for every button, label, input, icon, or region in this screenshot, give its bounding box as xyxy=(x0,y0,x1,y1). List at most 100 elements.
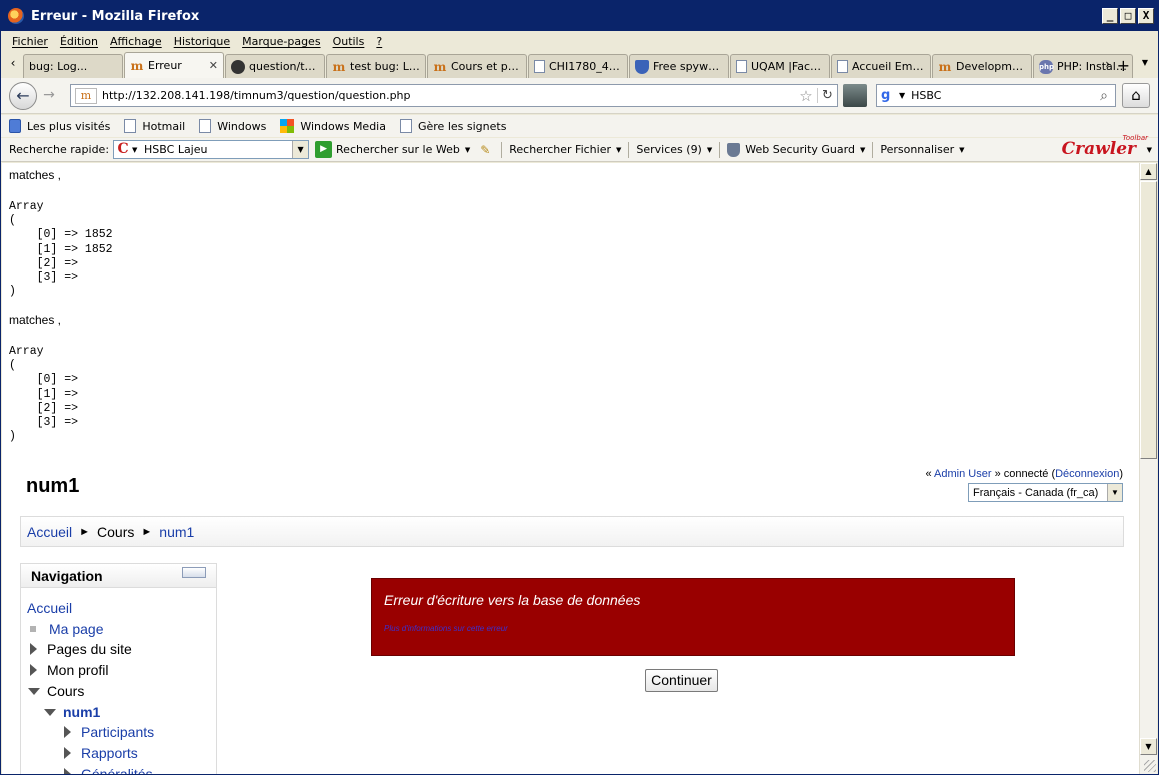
scroll-thumb[interactable] xyxy=(1140,181,1157,459)
new-tab-icon[interactable]: + xyxy=(1117,56,1130,75)
url-text[interactable]: http://132.208.141.198/timnum3/question/… xyxy=(102,89,795,102)
expand-arrow-icon[interactable] xyxy=(64,768,71,774)
maximize-button[interactable]: □ xyxy=(1120,8,1136,24)
tab-accueil-emploi[interactable]: Accueil Emplo... xyxy=(831,54,931,78)
chevron-down-icon[interactable]: ▼ xyxy=(465,146,470,154)
chevron-right-icon[interactable]: › xyxy=(1105,57,1110,71)
chevron-down-icon[interactable]: ▼ xyxy=(1107,484,1122,501)
bookmark-windows-media[interactable]: Windows Media xyxy=(280,119,386,133)
nav-item-pages-du-site[interactable]: Pages du site xyxy=(30,641,132,657)
menu-fichier[interactable]: Fichier xyxy=(12,35,48,48)
tab-development[interactable]: m Development... xyxy=(932,54,1032,78)
nav-item-participants[interactable]: Participants xyxy=(64,724,154,740)
expand-arrow-icon[interactable] xyxy=(30,664,37,676)
bookmark-hotmail[interactable]: Hotmail xyxy=(124,119,185,133)
search-icon[interactable]: ⌕ xyxy=(1093,88,1115,104)
highlighter-icon[interactable]: ✎ xyxy=(480,143,494,157)
vertical-scrollbar[interactable]: ▲ ▼ xyxy=(1139,163,1157,774)
forward-arrow-icon[interactable]: → xyxy=(39,87,59,105)
collapse-arrow-icon[interactable] xyxy=(28,687,40,695)
tab-label: CHI1780_40:... xyxy=(549,60,622,73)
tab-question-typ[interactable]: question/typ... xyxy=(225,54,325,78)
google-icon[interactable]: g xyxy=(881,88,897,104)
breadcrumb: Accueil ► Cours ► num1 xyxy=(20,516,1124,547)
quick-search-input[interactable]: HSBC Lajeu xyxy=(140,143,292,156)
nav-item-num1[interactable]: num1 xyxy=(44,704,100,720)
nav-item-generalites[interactable]: Généralités xyxy=(64,766,153,774)
nav-item-accueil[interactable]: Accueil xyxy=(27,600,72,616)
nav-item-mon-profil[interactable]: Mon profil xyxy=(30,662,108,678)
scroll-up-icon[interactable]: ▲ xyxy=(1140,163,1157,180)
block-controls-icon[interactable] xyxy=(182,567,206,578)
tab-free-spyware[interactable]: Free spywar... xyxy=(629,54,729,78)
nav-item-rapports[interactable]: Rapports xyxy=(64,745,138,761)
menu-outils[interactable]: Outils xyxy=(333,35,365,48)
home-icon[interactable]: ⌂ xyxy=(1122,83,1150,108)
error-message: Erreur d'écriture vers la base de donnée… xyxy=(384,592,641,608)
tab-uqam[interactable]: UQAM |Facul... xyxy=(730,54,830,78)
expand-arrow-icon[interactable] xyxy=(30,643,37,655)
bookmark-most-visited[interactable]: Les plus visités xyxy=(9,119,110,133)
chevron-down-icon[interactable]: ▼ xyxy=(707,146,712,154)
back-arrow-icon[interactable]: ← xyxy=(9,82,37,110)
nav-item-ma-page[interactable]: Ma page xyxy=(30,621,103,637)
crawler-logo[interactable]: Crawler xyxy=(1062,139,1136,159)
web-search-button[interactable]: ▶ Rechercher sur le Web ▼ xyxy=(315,141,470,158)
chevron-down-icon[interactable]: ▼ xyxy=(959,146,964,154)
chevron-down-icon[interactable]: ▼ xyxy=(899,91,905,100)
menu-historique[interactable]: Historique xyxy=(174,35,230,48)
chevron-down-icon[interactable]: ▼ xyxy=(616,146,621,154)
tab-test-bug[interactable]: m test bug: Log... xyxy=(326,54,426,78)
chevron-left-icon[interactable]: ‹ xyxy=(5,56,21,70)
close-icon[interactable]: ✕ xyxy=(209,59,218,72)
breadcrumb-cours: Cours xyxy=(97,523,135,540)
menu-marque-pages[interactable]: Marque-pages xyxy=(242,35,320,48)
tab-label: Free spywar... xyxy=(653,60,723,73)
menu-edition[interactable]: Édition xyxy=(60,35,98,48)
tab-cours-et-pro[interactable]: m Cours et pro... xyxy=(427,54,527,78)
user-link[interactable]: Admin User xyxy=(934,468,991,480)
tab-bar: ‹ bug: Log... m Erreur ✕ question/typ...… xyxy=(1,52,1158,78)
file-search-button[interactable]: Rechercher Fichier ▼ xyxy=(509,143,621,156)
security-guard-button[interactable]: Web Security Guard ▼ xyxy=(727,142,865,157)
collapse-arrow-icon[interactable] xyxy=(44,708,56,716)
chevron-down-icon[interactable]: ▼ xyxy=(132,146,140,154)
bookmark-manage[interactable]: Gère les signets xyxy=(399,119,506,133)
language-select[interactable]: Français - Canada (fr_ca) ▼ xyxy=(968,483,1123,502)
search-input[interactable]: HSBC xyxy=(911,89,1093,102)
expand-arrow-icon[interactable] xyxy=(64,726,71,738)
moodle-icon: m xyxy=(433,59,447,74)
search-bar[interactable]: g ▼ HSBC ⌕ xyxy=(876,84,1116,107)
tab-erreur[interactable]: m Erreur ✕ xyxy=(124,52,224,78)
chevron-down-icon[interactable]: ▼ xyxy=(1147,146,1152,154)
nav-label: Participants xyxy=(81,724,155,740)
close-button[interactable]: X xyxy=(1138,8,1154,24)
chevron-down-icon[interactable]: ▼ xyxy=(292,141,309,158)
breadcrumb-num1[interactable]: num1 xyxy=(159,524,194,540)
bookmark-windows[interactable]: Windows xyxy=(199,119,266,133)
quick-search-combo[interactable]: C ▼ HSBC Lajeu ▼ xyxy=(113,140,310,159)
logout-link[interactable]: Déconnexion xyxy=(1055,468,1119,480)
expand-arrow-icon[interactable] xyxy=(64,747,71,759)
reload-icon[interactable]: ↻ xyxy=(817,88,837,103)
chevron-down-icon[interactable]: ▼ xyxy=(860,146,865,154)
window-title: Erreur - Mozilla Firefox xyxy=(31,8,200,24)
crawler-c-icon[interactable]: C xyxy=(114,141,132,158)
error-more-info-link[interactable]: Plus d'informations sur cette erreur xyxy=(384,624,508,633)
tab-chi1780[interactable]: CHI1780_40:... xyxy=(528,54,628,78)
continue-button[interactable]: Continuer xyxy=(645,669,718,692)
url-bar[interactable]: m http://132.208.141.198/timnum3/questio… xyxy=(70,84,838,107)
minimize-button[interactable]: _ xyxy=(1102,8,1118,24)
addon-icon[interactable] xyxy=(843,84,867,107)
breadcrumb-accueil[interactable]: Accueil xyxy=(27,524,72,540)
menu-help[interactable]: ? xyxy=(376,35,382,48)
tab-bug-log[interactable]: bug: Log... xyxy=(23,54,123,78)
menu-affichage[interactable]: Affichage xyxy=(110,35,162,48)
tab-list-icon[interactable]: ▼ xyxy=(1142,58,1148,67)
resize-grip-icon[interactable] xyxy=(1144,760,1156,772)
scroll-down-icon[interactable]: ▼ xyxy=(1140,738,1157,755)
nav-item-cours[interactable]: Cours xyxy=(28,683,84,699)
customize-button[interactable]: Personnaliser ▼ xyxy=(880,143,964,156)
star-icon[interactable]: ☆ xyxy=(795,87,817,105)
services-button[interactable]: Services (9) ▼ xyxy=(636,143,712,156)
